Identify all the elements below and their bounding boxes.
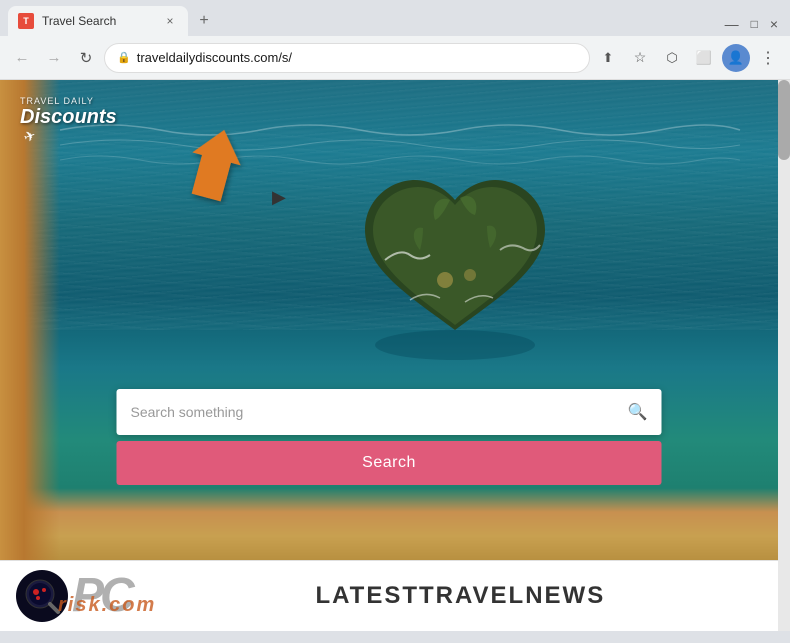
- window-controls: — □ ×: [725, 16, 782, 36]
- news-label: NEWS: [525, 582, 605, 610]
- title-bar: T Travel Search × + — □ ×: [0, 0, 790, 36]
- cursor: ▶: [272, 188, 286, 206]
- profile-button[interactable]: 👤: [722, 44, 750, 72]
- search-input-icon: 🔍: [628, 402, 648, 422]
- close-button[interactable]: ×: [770, 16, 778, 32]
- watermark: risk.com: [58, 594, 156, 617]
- travel-label: TRAVEL: [419, 582, 525, 610]
- maximize-button[interactable]: □: [751, 17, 758, 31]
- search-placeholder: Search something: [131, 404, 628, 420]
- tabs-area: T Travel Search × +: [8, 0, 721, 36]
- share-icon: ⬆: [603, 50, 614, 66]
- logo-brand: Discounts: [20, 106, 117, 128]
- split-icon: ⬜: [696, 50, 712, 66]
- extensions-button[interactable]: ⬡: [658, 44, 686, 72]
- profile-icon: 👤: [728, 50, 744, 66]
- scrollbar-thumb[interactable]: [778, 80, 790, 160]
- arrow-indicator: [185, 125, 255, 210]
- active-tab[interactable]: T Travel Search ×: [8, 6, 188, 36]
- reload-button[interactable]: ↻: [72, 44, 100, 72]
- back-icon: ←: [15, 49, 30, 66]
- minimize-button[interactable]: —: [725, 16, 739, 32]
- menu-icon: ⋮: [760, 48, 776, 68]
- forward-icon: →: [47, 49, 62, 66]
- hero-section: Travel Daily Discounts ✈ ▶: [0, 80, 778, 560]
- scrollbar[interactable]: [778, 80, 790, 631]
- extensions-icon: ⬡: [666, 50, 677, 66]
- lock-icon: 🔒: [117, 51, 131, 64]
- footer-news-label: LATEST TRAVEL NEWS: [147, 582, 774, 610]
- address-bar[interactable]: 🔒 traveldailydiscounts.com/s/: [104, 43, 590, 73]
- search-area: Search something 🔍 Search: [117, 389, 662, 485]
- bookmark-button[interactable]: ☆: [626, 44, 654, 72]
- tab-close-button[interactable]: ×: [162, 13, 178, 29]
- page-content: Travel Daily Discounts ✈ ▶: [0, 80, 790, 631]
- tab-title: Travel Search: [42, 14, 154, 28]
- heart-island: [345, 160, 565, 365]
- star-icon: ☆: [634, 49, 647, 66]
- tab-favicon: T: [18, 13, 34, 29]
- toolbar: ← → ↻ 🔒 traveldailydiscounts.com/s/ ⬆ ☆ …: [0, 36, 790, 80]
- forward-button[interactable]: →: [40, 44, 68, 72]
- site-logo: Travel Daily Discounts ✈: [20, 96, 117, 146]
- reload-icon: ↻: [80, 49, 93, 67]
- browser-window: T Travel Search × + — □ × ← → ↻ 🔒 travel…: [0, 0, 790, 643]
- latest-label: LATEST: [315, 582, 419, 610]
- new-tab-button[interactable]: +: [190, 7, 218, 35]
- split-view-button[interactable]: ⬜: [690, 44, 718, 72]
- search-input-container[interactable]: Search something 🔍: [117, 389, 662, 435]
- back-button[interactable]: ←: [8, 44, 36, 72]
- menu-button[interactable]: ⋮: [754, 44, 782, 72]
- beach-strip: [0, 80, 60, 560]
- address-text: traveldailydiscounts.com/s/: [137, 50, 577, 65]
- share-button[interactable]: ⬆: [594, 44, 622, 72]
- search-button[interactable]: Search: [117, 441, 662, 485]
- logo-plane-icon: ✈: [21, 127, 38, 147]
- logo-tagline: Travel Daily: [20, 96, 117, 106]
